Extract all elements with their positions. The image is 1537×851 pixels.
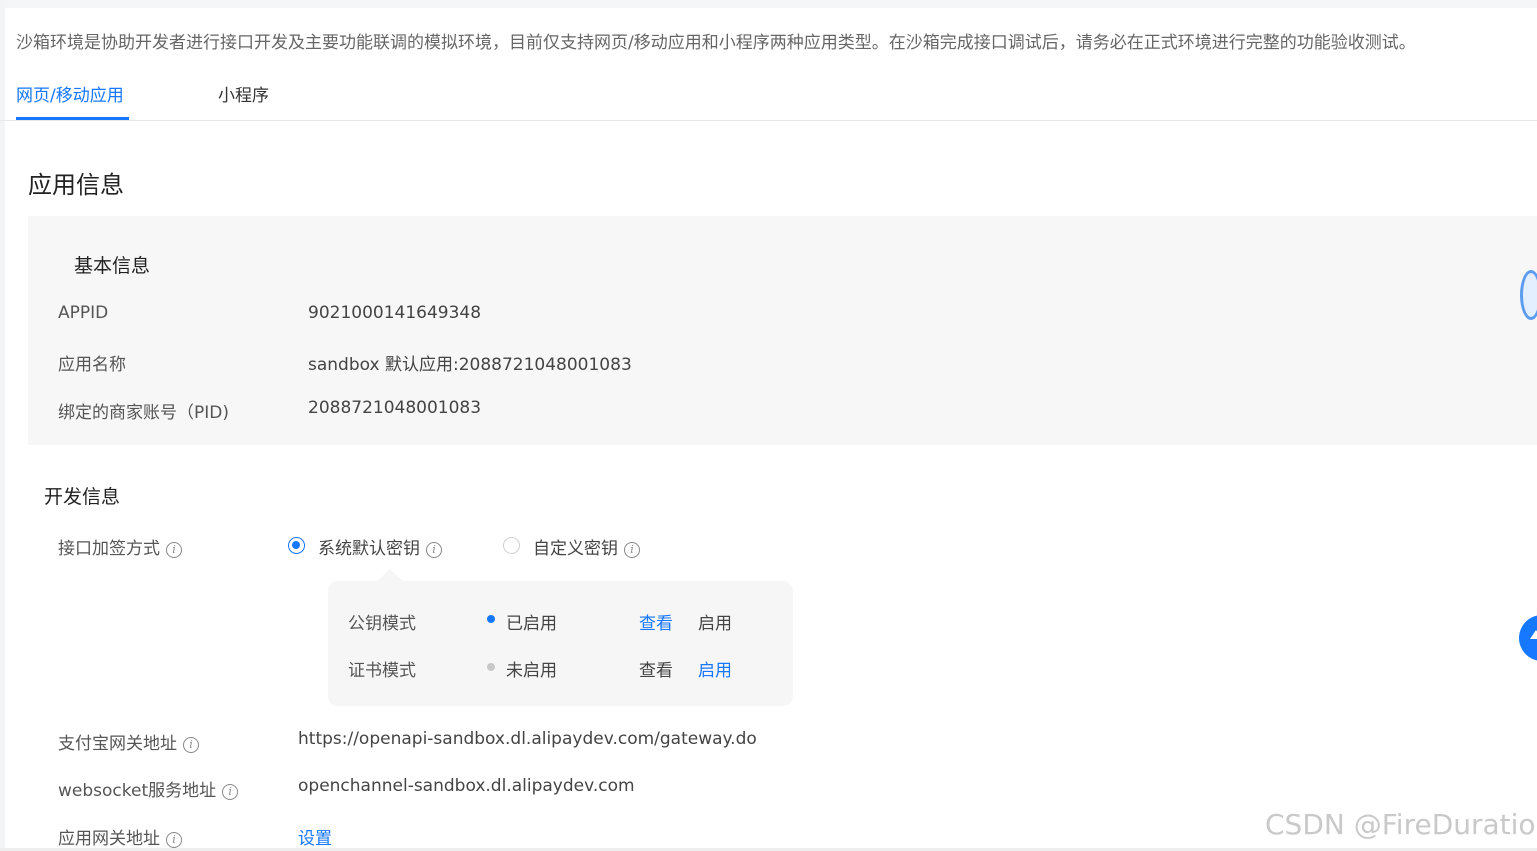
tab-web-mobile[interactable]: 网页/移动应用 <box>16 81 124 106</box>
sign-method-label: 接口加签方式 i <box>58 534 182 559</box>
gateway-label: 支付宝网关地址 i <box>58 729 199 754</box>
top-bar <box>0 0 1537 8</box>
public-key-view-link[interactable]: 查看 <box>639 609 673 634</box>
websocket-label: websocket服务地址 i <box>58 776 239 801</box>
info-icon[interactable]: i <box>166 832 182 848</box>
info-icon[interactable]: i <box>166 542 182 558</box>
appid-label: APPID <box>58 303 109 323</box>
assistant-mascot-icon[interactable] <box>1520 270 1537 320</box>
public-key-enable-link: 启用 <box>698 614 732 634</box>
dev-info-title: 开发信息 <box>44 486 121 508</box>
default-key-option[interactable]: 系统默认密钥 i <box>318 534 442 559</box>
info-icon[interactable]: i <box>183 737 199 753</box>
gateway-url: https://openapi-sandbox.dl.alipaydev.com… <box>298 729 757 749</box>
app-type-tabs: 网页/移动应用 小程序 <box>0 78 1537 121</box>
info-icon[interactable]: i <box>426 542 442 558</box>
custom-key-option[interactable]: 自定义密钥 i <box>533 534 640 559</box>
left-strip <box>0 0 5 851</box>
pid-label: 绑定的商家账号（PID) <box>58 403 229 423</box>
pid-value: 2088721048001083 <box>308 398 482 418</box>
key-mode-status: 已启用 <box>506 614 557 634</box>
info-icon[interactable]: i <box>222 784 239 800</box>
websocket-url: openchannel-sandbox.dl.alipaydev.com <box>298 776 635 796</box>
app-gateway-setup-link[interactable]: 设置 <box>298 824 332 849</box>
status-dot-enabled <box>487 615 495 623</box>
arrow-up-icon <box>1530 630 1537 639</box>
appid-value: 9021000141649348 <box>308 303 482 323</box>
radio-custom-key[interactable] <box>503 537 520 554</box>
cert-view-link: 查看 <box>639 661 673 681</box>
radio-default-key[interactable] <box>288 537 305 554</box>
cert-enable-link[interactable]: 启用 <box>698 656 732 681</box>
watermark: CSDN @FireDuration <box>1265 808 1537 841</box>
app-name-label: 应用名称 <box>58 355 126 375</box>
app-name-value: sandbox 默认应用:2088721048001083 <box>308 355 632 375</box>
info-icon[interactable]: i <box>624 542 640 558</box>
sandbox-notice: 沙箱环境是协助开发者进行接口开发及主要功能联调的模拟环境，目前仅支持网页/移动应… <box>16 33 1416 53</box>
tab-mini-program[interactable]: 小程序 <box>218 81 269 106</box>
status-dot-disabled <box>487 663 495 671</box>
active-tab-indicator <box>16 117 129 120</box>
app-info-title: 应用信息 <box>28 171 124 199</box>
key-mode-name: 证书模式 <box>348 661 416 681</box>
key-mode-name: 公钥模式 <box>348 614 416 634</box>
basic-info-title: 基本信息 <box>74 255 151 277</box>
app-gateway-label: 应用网关地址 i <box>58 824 182 849</box>
key-mode-panel <box>328 581 793 706</box>
key-mode-status: 未启用 <box>506 661 557 681</box>
basic-info-panel <box>28 216 1537 445</box>
